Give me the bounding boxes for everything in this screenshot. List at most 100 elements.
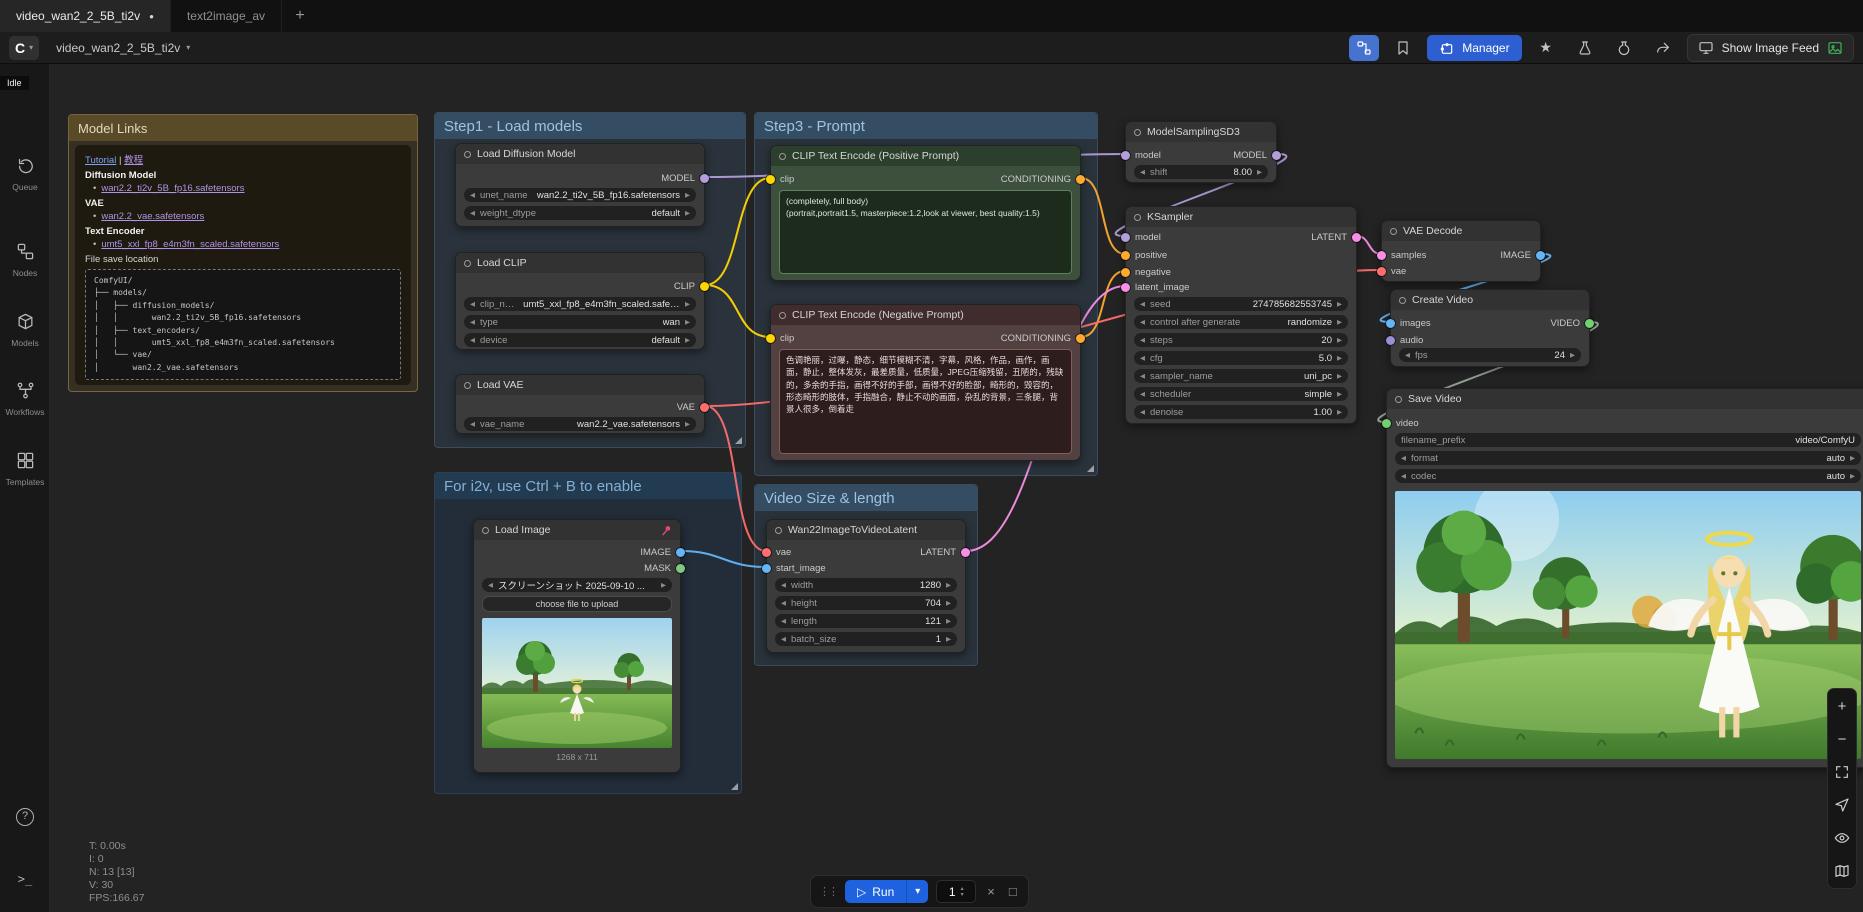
- collapse-dot[interactable]: [1390, 228, 1397, 235]
- prev-arrow-icon[interactable]: ◀: [781, 581, 786, 589]
- input-slot-positive[interactable]: positive: [1121, 248, 1167, 262]
- input-slot-samples[interactable]: samples: [1377, 248, 1426, 262]
- next-arrow-icon[interactable]: ▶: [1850, 454, 1855, 462]
- positive-prompt-textarea[interactable]: (completely, full body) (portrait,portra…: [779, 190, 1072, 274]
- next-arrow-icon[interactable]: ▶: [946, 599, 951, 607]
- sidebar-item-models[interactable]: Models: [0, 312, 50, 348]
- next-arrow-icon[interactable]: ▶: [661, 581, 666, 589]
- node-header[interactable]: Wan22ImageToVideoLatent: [767, 520, 965, 540]
- tutorial-link[interactable]: Tutorial: [85, 155, 116, 166]
- collapse-dot[interactable]: [775, 527, 782, 534]
- tab-text2image-av[interactable]: text2image_av: [171, 0, 282, 32]
- next-arrow-icon[interactable]: ▶: [685, 420, 690, 428]
- output-slot-conditioning[interactable]: CONDITIONING: [1001, 172, 1085, 186]
- drag-handle[interactable]: ⋮⋮: [819, 885, 837, 898]
- widget-device[interactable]: ◀devicedefault▶: [464, 333, 696, 347]
- prev-arrow-icon[interactable]: ◀: [781, 617, 786, 625]
- input-slot-vae[interactable]: vae: [1377, 264, 1406, 278]
- negative-prompt-textarea[interactable]: 色调艳丽，过曝，静态，细节模糊不清，字幕，风格，作品，画作，画面，静止，整体发灰…: [779, 349, 1072, 454]
- node-header[interactable]: Load VAE: [456, 375, 704, 395]
- next-arrow-icon[interactable]: ▶: [1570, 351, 1575, 359]
- tutorial-link-zh[interactable]: 教程: [124, 155, 143, 166]
- widget-codec[interactable]: ◀codecauto▶: [1395, 469, 1861, 483]
- node-header[interactable]: KSampler: [1126, 207, 1356, 227]
- markdown-note-node[interactable]: Tutorial | 教程 Diffusion Model •wan2.2_ti…: [75, 145, 411, 385]
- node-header[interactable]: Create Video: [1391, 290, 1589, 310]
- input-slot-model[interactable]: model: [1121, 230, 1161, 244]
- prev-arrow-icon[interactable]: ◀: [1401, 454, 1406, 462]
- prev-arrow-icon[interactable]: ◀: [1401, 472, 1406, 480]
- group-resize-handle[interactable]: [1087, 465, 1094, 472]
- next-arrow-icon[interactable]: ▶: [1850, 472, 1855, 480]
- workflow-name-dropdown[interactable]: video_wan2_2_5B_ti2v ▾: [56, 41, 190, 55]
- widget-seed[interactable]: ◀seed274785682553745▶: [1134, 297, 1348, 311]
- collapse-dot[interactable]: [779, 153, 786, 160]
- widget-control-after-generate[interactable]: ◀control after generaterandomize▶: [1134, 315, 1348, 329]
- stop-button[interactable]: □: [1006, 884, 1020, 899]
- input-slot-latent-image[interactable]: latent_image: [1121, 280, 1189, 294]
- collapse-dot[interactable]: [1395, 396, 1402, 403]
- prev-arrow-icon[interactable]: ◀: [1140, 168, 1145, 176]
- next-arrow-icon[interactable]: ▶: [685, 318, 690, 326]
- input-slot-start-image[interactable]: start_image: [762, 561, 826, 575]
- output-slot-image[interactable]: IMAGE: [640, 545, 685, 559]
- widget-height[interactable]: ◀height704▶: [775, 596, 957, 610]
- group-title[interactable]: Step3 - Prompt: [755, 113, 1097, 139]
- output-slot-latent[interactable]: LATENT: [920, 545, 970, 559]
- node-load-vae[interactable]: Load VAE VAE ◀vae_namewan2.2_vae.safeten…: [455, 374, 705, 434]
- input-slot-audio[interactable]: audio: [1386, 333, 1423, 347]
- widget-denoise[interactable]: ◀denoise1.00▶: [1134, 405, 1348, 419]
- group-resize-handle[interactable]: [735, 437, 742, 444]
- batch-count-input[interactable]: 1 ▴▾: [936, 880, 976, 903]
- output-slot-video[interactable]: VIDEO: [1550, 316, 1594, 330]
- input-slot-images[interactable]: images: [1386, 316, 1431, 330]
- beta-feature-button[interactable]: [1570, 35, 1600, 61]
- node-clip-text-encode-positive[interactable]: CLIP Text Encode (Positive Prompt) clip …: [770, 145, 1081, 281]
- prev-arrow-icon[interactable]: ◀: [1140, 372, 1145, 380]
- help-button[interactable]: ?: [0, 808, 50, 826]
- zoom-out-button[interactable]: −: [1830, 727, 1854, 751]
- collapse-dot[interactable]: [464, 260, 471, 267]
- widget-scheduler[interactable]: ◀schedulersimple▶: [1134, 387, 1348, 401]
- favorites-button[interactable]: ★: [1531, 35, 1561, 61]
- node-load-diffusion-model[interactable]: Load Diffusion Model MODEL ◀unet_namewan…: [455, 143, 705, 227]
- widget-image-file[interactable]: ◀スクリーンショット 2025-09-10 ...▶: [482, 578, 672, 592]
- node-header[interactable]: Save Video: [1387, 389, 1863, 409]
- node-vae-decode[interactable]: VAE Decode samples vae IMAGE: [1381, 220, 1541, 282]
- input-slot-clip[interactable]: clip: [766, 172, 794, 186]
- diffusion-model-link[interactable]: wan2.2_ti2v_5B_fp16.safetensors: [101, 183, 244, 194]
- output-slot-latent[interactable]: LATENT: [1311, 230, 1361, 244]
- next-arrow-icon[interactable]: ▶: [1337, 300, 1342, 308]
- node-header[interactable]: Load Image: [474, 520, 680, 540]
- widget-filename-prefix[interactable]: filename_prefixvideo/ComfyU: [1395, 433, 1861, 447]
- widget-width[interactable]: ◀width1280▶: [775, 578, 957, 592]
- widget-steps[interactable]: ◀steps20▶: [1134, 333, 1348, 347]
- prev-arrow-icon[interactable]: ◀: [781, 635, 786, 643]
- next-arrow-icon[interactable]: ▶: [1337, 336, 1342, 344]
- node-header[interactable]: CLIP Text Encode (Positive Prompt): [771, 146, 1080, 166]
- group-model-links[interactable]: Model Links Tutorial | 教程 Diffusion Mode…: [68, 114, 418, 392]
- widget-fps[interactable]: ◀fps24▶: [1399, 348, 1581, 362]
- comfyui-logo-menu-button[interactable]: C ▾: [9, 36, 39, 60]
- text-encoder-link[interactable]: umt5_xxl_fp8_e4m3fn_scaled.safetensors: [101, 239, 279, 250]
- collapse-dot[interactable]: [464, 382, 471, 389]
- prev-arrow-icon[interactable]: ◀: [1140, 336, 1145, 344]
- output-slot-vae[interactable]: VAE: [677, 400, 709, 414]
- sidebar-item-workflows[interactable]: Workflows: [0, 381, 50, 417]
- output-slot-image[interactable]: IMAGE: [1500, 248, 1545, 262]
- output-slot-model[interactable]: MODEL: [661, 171, 709, 185]
- prev-arrow-icon[interactable]: ◀: [470, 318, 475, 326]
- input-slot-clip[interactable]: clip: [766, 331, 794, 345]
- video-preview[interactable]: [1395, 491, 1861, 759]
- share-button[interactable]: [1648, 35, 1678, 61]
- toggle-visibility-button[interactable]: [1830, 826, 1854, 850]
- vae-link[interactable]: wan2.2_vae.safetensors: [101, 211, 204, 222]
- collapse-dot[interactable]: [464, 151, 471, 158]
- widget-format[interactable]: ◀formatauto▶: [1395, 451, 1861, 465]
- next-arrow-icon[interactable]: ▶: [685, 209, 690, 217]
- next-arrow-icon[interactable]: ▶: [1337, 390, 1342, 398]
- group-title[interactable]: Model Links: [69, 115, 417, 141]
- run-button[interactable]: ▷ Run: [845, 880, 906, 903]
- widget-shift[interactable]: ◀shift8.00▶: [1134, 165, 1268, 179]
- widget-type[interactable]: ◀typewan▶: [464, 315, 696, 329]
